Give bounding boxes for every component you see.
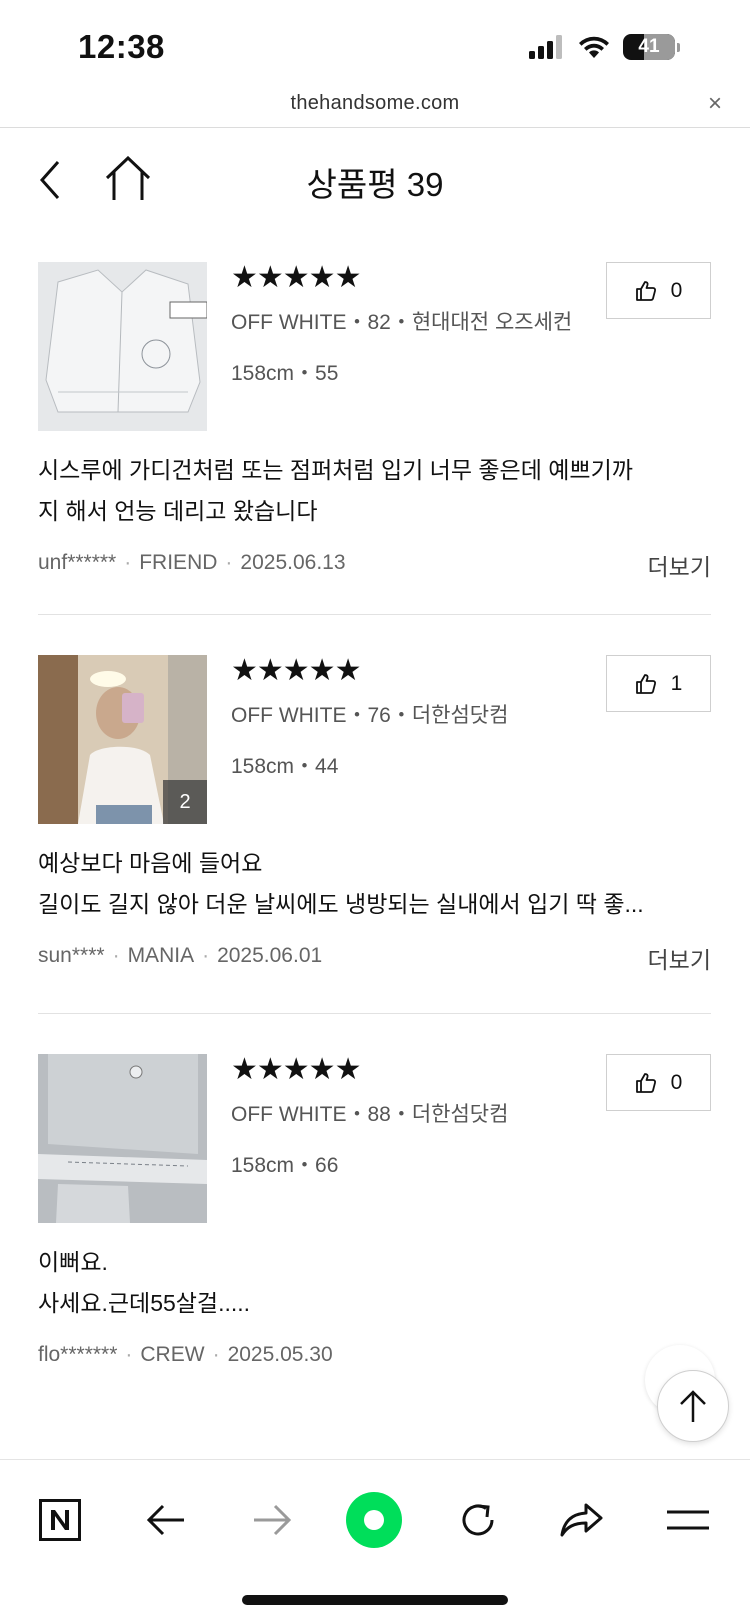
review-text-line: 지 해서 언능 데리고 왔습니다	[38, 498, 318, 524]
review-item: 2 ★★★★★ OFF WHITE・76・더한섬닷컴 158cm・44 1 예상…	[38, 615, 711, 1014]
status-time: 12:38	[78, 28, 165, 65]
status-bar: 12:38 41	[0, 0, 750, 88]
separator-dot: ·	[112, 944, 120, 967]
green-dot-button[interactable]	[344, 1490, 404, 1550]
page-title: 상품평 39	[306, 166, 444, 203]
green-dot-icon	[346, 1492, 402, 1548]
close-icon[interactable]: ×	[708, 90, 722, 118]
thumbs-up-icon	[635, 280, 656, 301]
size-info: 158cm・55	[231, 362, 339, 385]
review-photo[interactable]	[38, 262, 207, 431]
review-meta: sun**** · MANIA · 2025.06.01	[38, 944, 322, 968]
review-item: ★★★★★ OFF WHITE・82・현대대전 오즈세컨 158cm・55 0 …	[38, 261, 711, 615]
review-text: 이뻐요. 사세요.근데55살걸.....	[38, 1242, 711, 1324]
like-count: 0	[670, 278, 683, 302]
size-info: 158cm・66	[231, 1154, 339, 1177]
back-arrow-icon	[146, 1504, 184, 1536]
menu-button[interactable]	[658, 1490, 718, 1550]
naver-icon	[39, 1499, 81, 1541]
review-text-line: 이뻐요.	[38, 1249, 108, 1275]
arrow-up-icon	[680, 1390, 706, 1422]
refresh-icon	[462, 1504, 494, 1536]
separator-dot: ·	[212, 1343, 220, 1366]
product-info: OFF WHITE・76・더한섬닷컴	[231, 704, 509, 727]
status-icons: 41	[529, 34, 680, 60]
more-link[interactable]: 더보기	[648, 548, 711, 582]
thumbs-up-icon	[635, 1072, 656, 1093]
like-count: 1	[670, 671, 683, 695]
review-text-line: 예상보다 마음에 들어요	[38, 850, 263, 876]
battery-nub	[677, 42, 680, 52]
review-list: ★★★★★ OFF WHITE・82・현대대전 오즈세컨 158cm・55 0 …	[38, 261, 711, 1414]
size-info: 158cm・44	[231, 755, 339, 778]
rating-stars: ★★★★★	[231, 261, 361, 294]
signal-icon	[529, 35, 562, 59]
member-grade: CREW	[140, 1343, 205, 1366]
review-photo[interactable]	[38, 1054, 207, 1223]
page-header: 상품평 39	[0, 128, 750, 232]
separator-dot: ·	[225, 551, 233, 574]
rating-stars: ★★★★★	[231, 1053, 361, 1086]
review-photo[interactable]: 2	[38, 655, 207, 824]
home-indicator[interactable]	[242, 1595, 508, 1605]
photo-count-badge: 2	[163, 780, 207, 824]
url-text[interactable]: thehandsome.com	[0, 92, 750, 115]
review-date: 2025.06.13	[240, 551, 346, 574]
reviewer-id: sun****	[38, 944, 105, 967]
separator-dot: ·	[125, 1343, 133, 1366]
review-item: ★★★★★ OFF WHITE・88・더한섬닷컴 158cm・66 0 이뻐요.…	[38, 1014, 711, 1414]
product-info: OFF WHITE・82・현대대전 오즈세컨	[231, 311, 573, 334]
garment-detail-photo	[38, 1054, 207, 1223]
share-icon	[560, 1503, 603, 1537]
wifi-icon	[579, 36, 609, 58]
review-text-line: 시스루에 가디건처럼 또는 점퍼처럼 입기 너무 좋은데 예쁘기까	[38, 457, 633, 483]
url-bar: thehandsome.com ×	[0, 88, 750, 128]
reviewer-id: unf******	[38, 551, 117, 574]
refresh-button[interactable]	[448, 1490, 508, 1550]
product-info: OFF WHITE・88・더한섬닷컴	[231, 1103, 509, 1126]
naver-button[interactable]	[30, 1490, 90, 1550]
like-button[interactable]: 0	[606, 262, 711, 319]
separator-dot: ·	[124, 551, 132, 574]
scroll-top-button[interactable]	[657, 1370, 729, 1442]
rating-stars: ★★★★★	[231, 654, 361, 687]
browser-toolbar	[0, 1459, 750, 1623]
forward-nav-button[interactable]	[242, 1490, 302, 1550]
review-date: 2025.06.01	[217, 944, 323, 967]
thumbs-up-icon	[635, 673, 656, 694]
menu-icon	[667, 1510, 709, 1530]
member-grade: FRIEND	[139, 551, 218, 574]
jacket-photo	[38, 262, 207, 431]
review-text: 시스루에 가디건처럼 또는 점퍼처럼 입기 너무 좋은데 예쁘기까 지 해서 언…	[38, 450, 711, 532]
more-link[interactable]: 더보기	[648, 941, 711, 975]
separator-dot: ·	[202, 944, 210, 967]
review-meta: flo******* · CREW · 2025.05.30	[38, 1343, 333, 1367]
reviewer-id: flo*******	[38, 1343, 118, 1366]
review-meta: unf****** · FRIEND · 2025.06.13	[38, 551, 346, 575]
battery-percent: 41	[638, 36, 660, 57]
share-button[interactable]	[552, 1490, 612, 1550]
battery-icon: 41	[623, 34, 675, 60]
member-grade: MANIA	[127, 944, 195, 967]
review-text-line: 길이도 길지 않아 더운 날씨에도 냉방되는 실내에서 입기 딱 좋...	[38, 891, 644, 917]
back-nav-button[interactable]	[136, 1490, 196, 1550]
review-text-line: 사세요.근데55살걸.....	[38, 1290, 251, 1316]
forward-arrow-icon	[254, 1504, 292, 1536]
like-button[interactable]: 0	[606, 1054, 711, 1111]
like-count: 0	[670, 1070, 683, 1094]
review-text: 예상보다 마음에 들어요 길이도 길지 않아 더운 날씨에도 냉방되는 실내에서…	[38, 843, 711, 925]
review-date: 2025.05.30	[227, 1343, 333, 1366]
like-button[interactable]: 1	[606, 655, 711, 712]
